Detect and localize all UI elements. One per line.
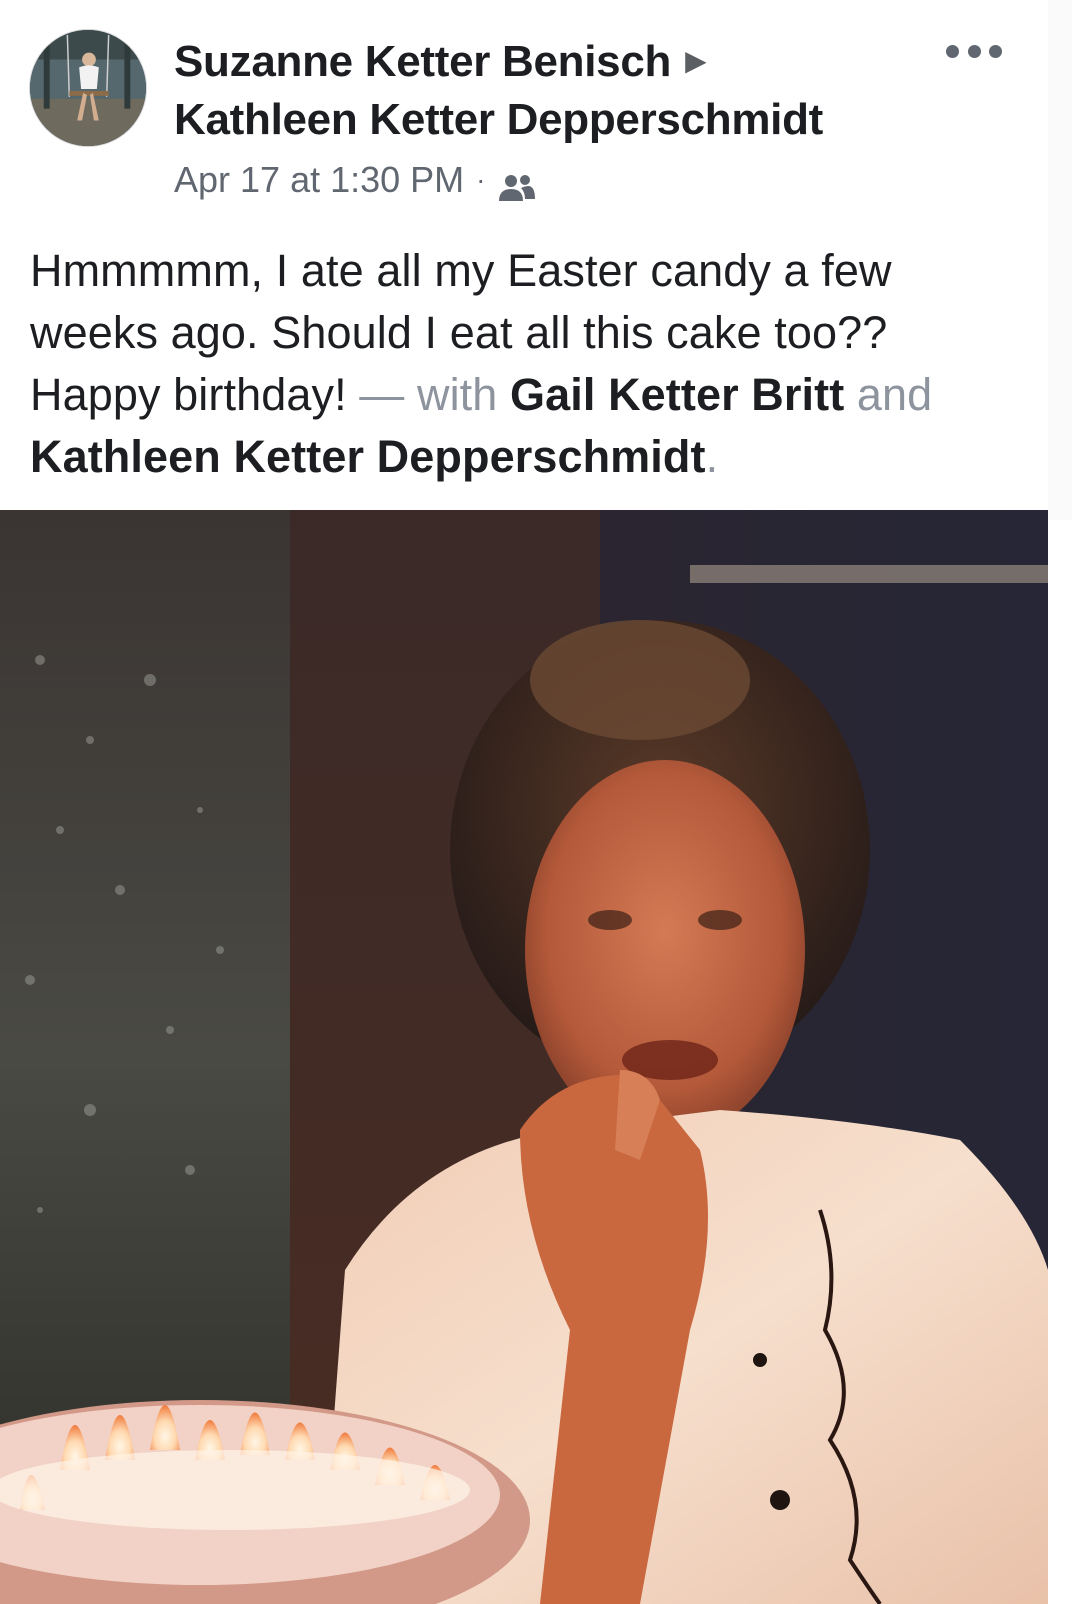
post-text-line-2: weeks ago. Should I eat all this cake to… (30, 307, 888, 358)
photo-image (0, 510, 1048, 1604)
and-text: and (844, 369, 933, 420)
tagged-person-kathleen[interactable]: Kathleen Ketter Depperschmidt (30, 431, 706, 482)
post-meta: Apr 17 at 1:30 PM · (174, 154, 536, 206)
avatar-photo (30, 30, 146, 146)
post-header-names: Suzanne Ketter Benisch ▶ Kathleen Ketter … (174, 32, 974, 149)
friends-icon[interactable] (498, 165, 536, 201)
more-dot (967, 44, 981, 58)
more-options-icon[interactable] (946, 38, 1002, 64)
post-timestamp[interactable]: Apr 17 at 1:30 PM (174, 154, 464, 206)
post-text-line-4: Kathleen Ketter Depperschmidt. (30, 426, 1020, 488)
post-text-line-1: Hmmmmm, I ate all my Easter candy a few (30, 245, 892, 296)
more-dot (989, 44, 1002, 58)
post-text-birthday: Happy birthday! (30, 369, 347, 420)
more-dot (946, 44, 959, 58)
scroll-edge (1048, 0, 1072, 520)
facebook-post: Suzanne Ketter Benisch ▶ Kathleen Ketter … (0, 0, 1072, 1604)
arrow-icon: ▶ (685, 45, 707, 76)
post-text-line-3: Happy birthday! — with Gail Ketter Britt… (30, 364, 1020, 426)
post-text: Hmmmmm, I ate all my Easter candy a few … (30, 240, 1020, 488)
author-name[interactable]: Suzanne Ketter Benisch (174, 37, 671, 86)
author-line: Suzanne Ketter Benisch ▶ (174, 32, 974, 91)
meta-separator: · (476, 164, 486, 195)
period-text: . (705, 431, 719, 482)
recipient-name[interactable]: Kathleen Ketter Depperschmidt (174, 91, 974, 149)
tagged-person-gail[interactable]: Gail Ketter Britt (510, 369, 844, 420)
with-prefix: — with (346, 369, 511, 420)
author-avatar[interactable] (29, 29, 147, 147)
post-photo[interactable] (0, 510, 1048, 1604)
